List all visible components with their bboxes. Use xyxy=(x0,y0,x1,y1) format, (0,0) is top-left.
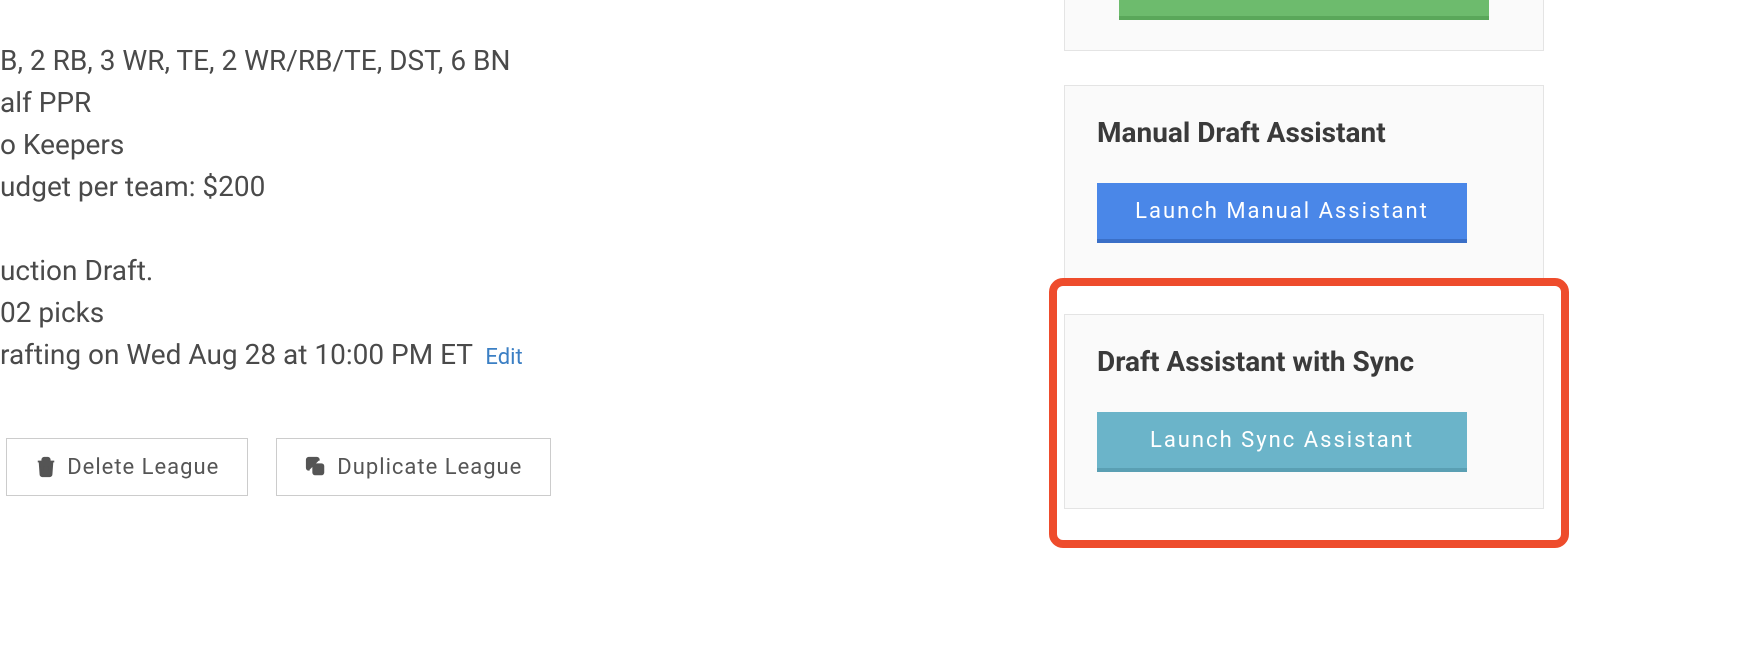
start-mock-draft-button[interactable]: Start a Mock Draft xyxy=(1119,0,1489,20)
action-button-row: hoo Delete League Duplicate League xyxy=(0,438,1000,496)
edit-link[interactable]: Edit xyxy=(485,345,522,370)
roster-text: B, 2 RB, 3 WR, TE, 2 WR/RB/TE, DST, 6 BN xyxy=(0,40,1000,82)
budget-text: udget per team: $200 xyxy=(0,166,1000,208)
manual-assistant-title: Manual Draft Assistant xyxy=(1097,116,1511,149)
league-details: B, 2 RB, 3 WR, TE, 2 WR/RB/TE, DST, 6 BN… xyxy=(0,0,1000,496)
draft-type-text: uction Draft. xyxy=(0,250,1000,292)
keepers-text: o Keepers xyxy=(0,124,1000,166)
delete-league-label: Delete League xyxy=(67,455,219,480)
sync-assistant-title: Draft Assistant with Sync xyxy=(1097,345,1511,378)
draft-time-text: rafting on Wed Aug 28 at 10:00 PM ET xyxy=(0,338,472,371)
draft-time-row: rafting on Wed Aug 28 at 10:00 PM ET Edi… xyxy=(0,334,1000,376)
mock-draft-card: Start a Mock Draft xyxy=(1064,0,1544,51)
delete-league-button[interactable]: Delete League xyxy=(6,438,248,496)
picks-text: 02 picks xyxy=(0,292,1000,334)
launch-sync-assistant-button[interactable]: Launch Sync Assistant xyxy=(1097,412,1467,472)
duplicate-league-label: Duplicate League xyxy=(337,455,522,480)
sidebar: Start a Mock Draft Manual Draft Assistan… xyxy=(1064,0,1544,543)
sync-assistant-card: Draft Assistant with Sync Launch Sync As… xyxy=(1064,314,1544,509)
duplicate-league-button[interactable]: Duplicate League xyxy=(276,438,551,496)
copy-icon xyxy=(305,456,327,478)
trash-icon xyxy=(35,456,57,478)
launch-manual-assistant-button[interactable]: Launch Manual Assistant xyxy=(1097,183,1467,243)
manual-assistant-card: Manual Draft Assistant Launch Manual Ass… xyxy=(1064,85,1544,280)
scoring-text: alf PPR xyxy=(0,82,1000,124)
